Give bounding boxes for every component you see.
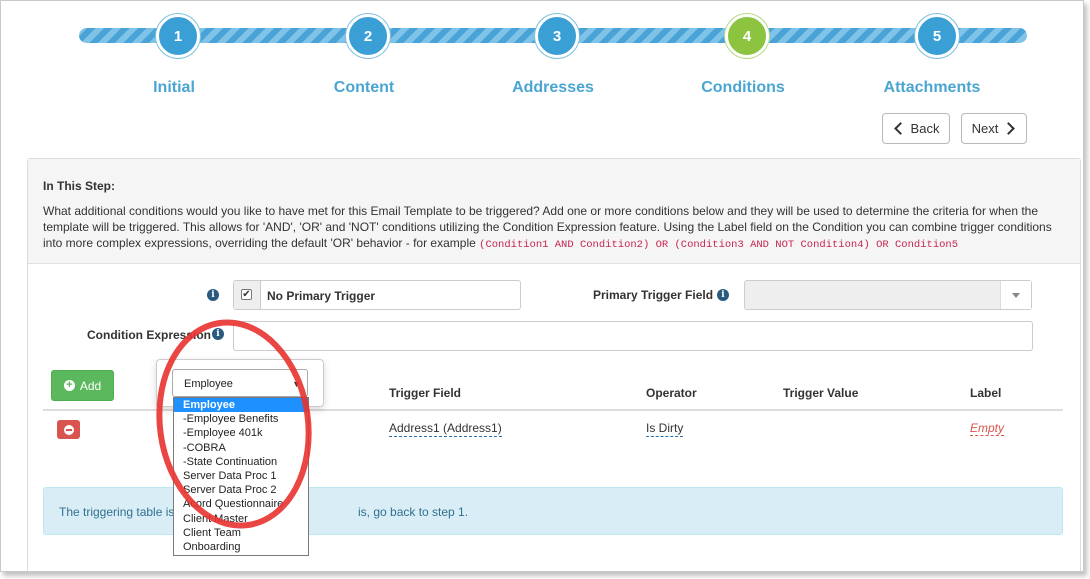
wizard-step-2[interactable]: 2 (346, 14, 390, 58)
select-arrow (1000, 281, 1031, 309)
column-header-trigger-field: Trigger Field (389, 386, 462, 400)
back-button[interactable]: Back (882, 113, 950, 144)
step-label-initial[interactable]: Initial (94, 79, 254, 97)
back-button-label: Back (910, 121, 940, 136)
table-option-onboarding[interactable]: Onboarding (174, 540, 308, 554)
add-condition-button[interactable]: + Add (51, 370, 114, 401)
add-button-label: Add (79, 378, 102, 393)
panel-heading: In This Step: What additional conditions… (28, 159, 1080, 264)
table-row: Address1 (Address1) (389, 421, 502, 437)
info-icon[interactable]: i (212, 328, 224, 340)
table-option-server-data-proc-1[interactable]: Server Data Proc 1 (174, 469, 308, 483)
no-primary-trigger-field[interactable]: ✔ No Primary Trigger (233, 280, 521, 310)
operator-cell[interactable]: Is Dirty (646, 421, 684, 437)
next-button[interactable]: Next (961, 113, 1027, 144)
primary-trigger-field-label: Primary Trigger Field (593, 288, 714, 302)
table-option-state-continuation[interactable]: -State Continuation (174, 455, 308, 469)
column-header-trigger-value: Trigger Value (783, 386, 859, 400)
step-number: 5 (932, 27, 942, 45)
column-header-label: Label (970, 386, 1002, 400)
wizard-step-3[interactable]: 3 (535, 14, 579, 58)
table-select-value: Employee (184, 378, 233, 390)
step-number: 3 (552, 27, 562, 45)
step-label-content[interactable]: Content (284, 79, 444, 97)
no-primary-trigger-label: No Primary Trigger (267, 289, 376, 303)
app-window: 1 2 3 4 5 Initial Content Addresses Cond… (0, 0, 1084, 572)
caret-down-icon: ▼ (292, 379, 301, 389)
table-select[interactable]: Employee ▼ (172, 369, 308, 397)
info-icon[interactable]: i (207, 289, 219, 301)
table-option-employee[interactable]: Employee (174, 398, 308, 413)
trigger-field-cell[interactable]: Address1 (Address1) (389, 421, 502, 437)
wizard-step-5[interactable]: 5 (915, 14, 959, 58)
panel-description: What additional conditions would you lik… (43, 203, 1063, 253)
next-button-label: Next (971, 121, 999, 136)
table-options-list[interactable]: Employee -Employee Benefits -Employee 40… (173, 397, 309, 556)
step-label-conditions[interactable]: Conditions (663, 79, 823, 97)
checkbox-addon: ✔ (234, 281, 261, 309)
example-expression: (Condition1 AND Condition2) OR (Conditio… (479, 239, 959, 251)
table-option-client-master[interactable]: Client Master (174, 512, 308, 526)
checkbox-icon[interactable]: ✔ (241, 289, 252, 300)
step-label-attachments[interactable]: Attachments (852, 79, 1012, 97)
plus-circle-icon: + (63, 380, 75, 391)
panel-title: In This Step: (43, 179, 115, 193)
remove-condition-button[interactable] (57, 420, 80, 439)
table-option-client-team[interactable]: Client Team (174, 526, 308, 540)
step-number: 1 (173, 27, 183, 45)
table-option-cobra[interactable]: -COBRA (174, 441, 308, 455)
table-option-employee-benefits[interactable]: -Employee Benefits (174, 412, 308, 426)
chevron-right-icon (1002, 122, 1016, 135)
step-number: 2 (363, 27, 373, 45)
wizard-step-1[interactable]: 1 (156, 14, 200, 58)
step-number: 4 (742, 27, 752, 45)
condition-expression-label: Condition Expression (87, 328, 212, 342)
condition-expression-input[interactable] (233, 321, 1033, 351)
column-header-operator: Operator (646, 386, 697, 400)
table-option-acord-questionnaire[interactable]: Acord Questionnaire (174, 497, 308, 511)
table-option-employee-401k[interactable]: -Employee 401k (174, 426, 308, 440)
alert-text-left: The triggering table is (59, 505, 175, 519)
minus-circle-icon (63, 424, 74, 435)
step-label-addresses[interactable]: Addresses (473, 79, 633, 97)
primary-trigger-field-select[interactable] (744, 280, 1032, 310)
wizard-step-4-active[interactable]: 4 (725, 14, 769, 58)
info-icon[interactable]: i (717, 289, 729, 301)
alert-text-right: is, go back to step 1. (358, 505, 469, 519)
chevron-left-icon (893, 122, 907, 135)
label-cell[interactable]: Empty (970, 421, 1005, 436)
table-option-server-data-proc-2[interactable]: Server Data Proc 2 (174, 483, 308, 497)
caret-down-icon (1012, 293, 1020, 298)
